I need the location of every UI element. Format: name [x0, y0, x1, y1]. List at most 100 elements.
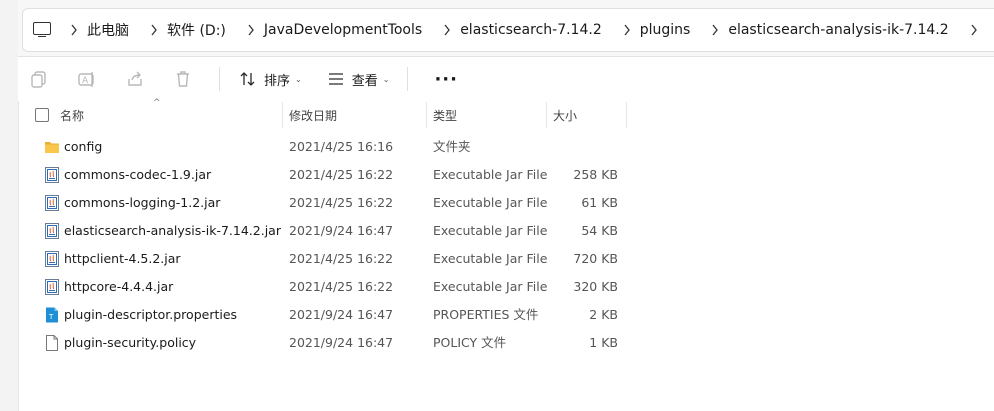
- file-date: 2021/9/24 16:47: [289, 223, 394, 238]
- list-item[interactable]: commons-logging-1.2.jar 2021/4/25 16:22 …: [18, 189, 994, 217]
- chevron-right-icon[interactable]: [141, 24, 167, 36]
- file-date: 2021/4/25 16:22: [289, 251, 394, 266]
- file-name: httpcore-4.4.4.jar: [64, 279, 174, 294]
- breadcrumb-plugins[interactable]: plugins: [640, 22, 703, 38]
- column-divider[interactable]: [626, 102, 627, 128]
- column-header-date-label: 修改日期: [289, 108, 338, 123]
- file-type: Executable Jar File: [433, 279, 548, 294]
- column-header-type[interactable]: 类型: [433, 102, 457, 128]
- delete-button[interactable]: [167, 63, 199, 95]
- breadcrumb-analysis-ik[interactable]: elasticsearch-analysis-ik-7.14.2: [728, 22, 960, 38]
- chevron-right-icon[interactable]: [238, 24, 264, 36]
- chevron-right-icon[interactable]: [61, 24, 87, 36]
- jar-file-icon: [44, 223, 60, 239]
- jar-file-icon: [44, 279, 60, 295]
- file-name: plugin-descriptor.properties: [64, 307, 238, 322]
- jar-file-icon: [44, 195, 60, 211]
- sort-icon: [240, 72, 256, 86]
- file-type: Executable Jar File: [433, 251, 548, 266]
- file-date: 2021/4/25 16:22: [289, 279, 394, 294]
- rename-icon: A: [78, 72, 94, 87]
- file-name: commons-logging-1.2.jar: [64, 195, 221, 210]
- column-header-type-label: 类型: [433, 108, 458, 123]
- breadcrumb-java-dev-tools[interactable]: JavaDevelopmentTools: [264, 22, 434, 38]
- column-divider[interactable]: [282, 102, 283, 128]
- file-size: 54 KB: [581, 223, 618, 238]
- sort-label: 排序: [264, 73, 291, 89]
- svg-text:A: A: [82, 76, 89, 86]
- file-size: 320 KB: [573, 279, 618, 294]
- column-divider[interactable]: [426, 102, 427, 128]
- command-bar: A 排序 ⌄ 查看 ⌄ ···: [18, 57, 994, 101]
- file-size: [548, 133, 618, 161]
- chevron-right-icon[interactable]: [434, 24, 460, 36]
- copy-button[interactable]: [23, 63, 55, 95]
- list-item[interactable]: plugin-security.policy 2021/9/24 16:47 P…: [18, 329, 994, 357]
- file-date: 2021/9/24 16:47: [289, 335, 394, 350]
- file-type: Executable Jar File: [433, 167, 548, 182]
- blank-file-icon: [44, 335, 60, 351]
- file-type: POLICY 文件: [433, 335, 507, 350]
- address-bar-area: 此电脑 软件 (D:) JavaDevelopmentTools elastic…: [18, 0, 994, 57]
- file-type: 文件夹: [433, 139, 471, 154]
- file-name: elasticsearch-analysis-ik-7.14.2.jar: [64, 223, 281, 238]
- file-date: 2021/4/25 16:22: [289, 167, 394, 182]
- file-type: PROPERTIES 文件: [433, 307, 539, 322]
- column-divider[interactable]: [546, 102, 547, 128]
- list-item[interactable]: httpcore-4.4.4.jar 2021/4/25 16:22 Execu…: [18, 273, 994, 301]
- trash-icon: [177, 71, 189, 87]
- chevron-right-icon[interactable]: [702, 24, 728, 36]
- file-size: 1 KB: [589, 335, 618, 350]
- list-item[interactable]: commons-codec-1.9.jar 2021/4/25 16:22 Ex…: [18, 161, 994, 189]
- properties-file-icon: T: [44, 307, 60, 323]
- file-size: 2 KB: [589, 307, 618, 322]
- more-options-button[interactable]: ···: [426, 69, 466, 90]
- toolbar-divider: [219, 67, 220, 91]
- file-size: 61 KB: [581, 195, 618, 210]
- column-header-size-label: 大小: [553, 108, 578, 123]
- svg-text:T: T: [48, 313, 54, 321]
- list-item[interactable]: elasticsearch-analysis-ik-7.14.2.jar 202…: [18, 217, 994, 245]
- breadcrumb-elasticsearch[interactable]: elasticsearch-7.14.2: [460, 22, 614, 38]
- share-icon: [128, 71, 142, 86]
- column-header-date[interactable]: 修改日期: [289, 102, 337, 128]
- copy-icon: [31, 71, 46, 88]
- file-date: 2021/4/25 16:22: [289, 195, 394, 210]
- file-date: 2021/9/24 16:47: [289, 307, 394, 322]
- breadcrumb-this-pc[interactable]: 此电脑: [87, 20, 141, 40]
- jar-file-icon: [44, 167, 60, 183]
- chevron-right-icon[interactable]: [961, 24, 987, 36]
- share-button[interactable]: [119, 63, 151, 95]
- file-date: 2021/4/25 16:16: [289, 139, 394, 154]
- address-bar[interactable]: 此电脑 软件 (D:) JavaDevelopmentTools elastic…: [22, 8, 994, 52]
- this-pc-icon[interactable]: [33, 22, 51, 38]
- column-header-name[interactable]: 名称: [60, 102, 84, 128]
- list-item[interactable]: T plugin-descriptor.properties 2021/9/24…: [18, 301, 994, 329]
- select-all-checkbox[interactable]: [35, 108, 49, 122]
- column-header-name-label: 名称: [60, 108, 85, 123]
- folder-icon: [44, 139, 60, 155]
- list-item[interactable]: config 2021/4/25 16:16 文件夹: [18, 133, 994, 161]
- breadcrumb-drive-d[interactable]: 软件 (D:): [167, 20, 238, 40]
- navigation-pane-edge: [0, 0, 19, 411]
- chevron-down-icon: ⌄: [295, 74, 302, 84]
- jar-file-icon: [44, 251, 60, 267]
- file-name: commons-codec-1.9.jar: [64, 167, 212, 182]
- list-item[interactable]: httpclient-4.5.2.jar 2021/4/25 16:22 Exe…: [18, 245, 994, 273]
- rename-button[interactable]: A: [71, 63, 103, 95]
- file-type: Executable Jar File: [433, 195, 548, 210]
- sort-up-icon: ^: [153, 98, 161, 108]
- file-size: 258 KB: [573, 167, 618, 182]
- view-button[interactable]: 查看 ⌄: [320, 63, 398, 95]
- chevron-right-icon[interactable]: [614, 24, 640, 36]
- file-name: config: [64, 139, 103, 154]
- view-label: 查看: [351, 73, 378, 89]
- view-list-icon: [328, 73, 344, 85]
- toolbar-divider: [407, 67, 409, 91]
- file-size: 720 KB: [573, 251, 618, 266]
- column-header-size[interactable]: 大小: [553, 102, 577, 128]
- file-name: plugin-security.policy: [64, 335, 197, 350]
- sort-button[interactable]: 排序 ⌄: [232, 63, 310, 95]
- file-name: httpclient-4.5.2.jar: [64, 251, 181, 266]
- file-type: Executable Jar File: [433, 223, 548, 238]
